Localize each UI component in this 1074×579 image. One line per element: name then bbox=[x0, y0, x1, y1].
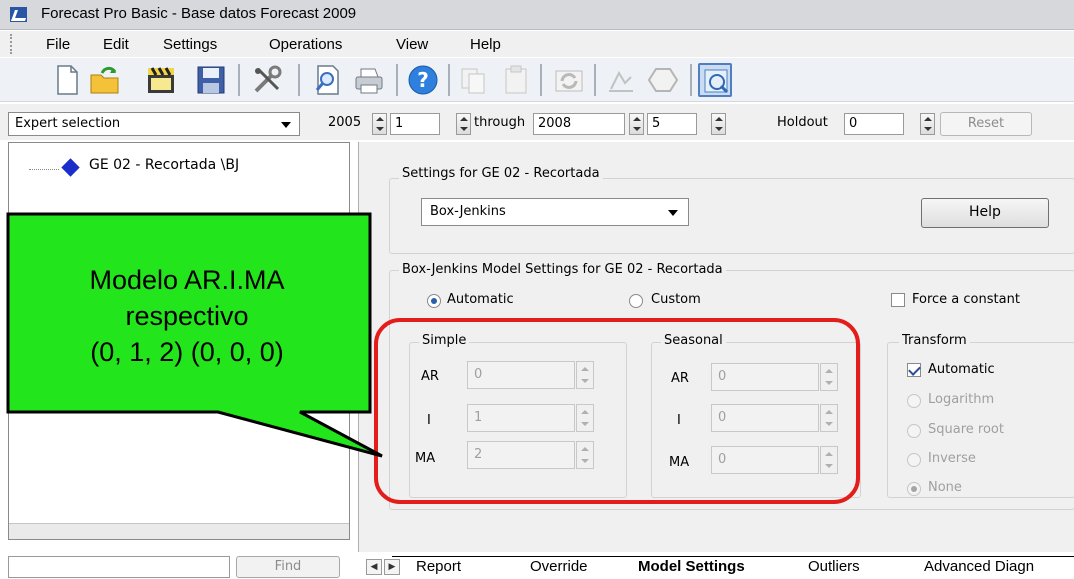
tab-model-settings[interactable]: Model Settings bbox=[638, 556, 745, 575]
transform-automatic-label: Automatic bbox=[928, 362, 995, 377]
start-year-label: 2005 bbox=[328, 115, 362, 130]
callout-line: Modelo AR.I.MA bbox=[89, 265, 285, 295]
open-folder-icon[interactable] bbox=[88, 63, 122, 97]
end-period-field[interactable]: 5 bbox=[647, 113, 697, 135]
chart-icon[interactable] bbox=[604, 63, 638, 97]
start-year-spinner[interactable] bbox=[372, 113, 387, 135]
chevron-down-icon bbox=[668, 210, 678, 216]
tab-advanced-diagnostics[interactable]: Advanced Diagn bbox=[924, 556, 1034, 575]
toolbar: ? bbox=[0, 58, 1074, 102]
clapperboard-icon[interactable] bbox=[144, 63, 178, 97]
none-radio[interactable] bbox=[907, 482, 921, 496]
menu-view[interactable]: View bbox=[396, 36, 428, 53]
reset-button[interactable]: Reset bbox=[940, 112, 1032, 136]
svg-text:?: ? bbox=[417, 68, 429, 92]
search-doc-icon[interactable] bbox=[310, 63, 344, 97]
toolbar-separator bbox=[448, 64, 450, 96]
logarithm-label: Logarithm bbox=[928, 392, 995, 407]
toolbar-separator bbox=[238, 64, 240, 96]
refresh-icon[interactable] bbox=[552, 63, 586, 97]
toolbar-separator bbox=[594, 64, 596, 96]
callout-text: Modelo AR.I.MA respectivo (0, 1, 2) (0, … bbox=[10, 262, 364, 370]
start-period-field[interactable]: 1 bbox=[390, 113, 440, 135]
shape-icon[interactable] bbox=[646, 63, 680, 97]
end-period-spinner[interactable] bbox=[711, 113, 726, 135]
toolbar-separator bbox=[396, 64, 398, 96]
chevron-down-icon bbox=[281, 122, 291, 128]
print-icon[interactable] bbox=[352, 63, 386, 97]
automatic-label: Automatic bbox=[447, 292, 514, 307]
force-constant-label: Force a constant bbox=[912, 292, 1020, 307]
method-value: Expert selection bbox=[15, 116, 121, 131]
inverse-label: Inverse bbox=[928, 451, 976, 466]
transform-automatic-checkbox[interactable] bbox=[907, 363, 921, 377]
toolbar-separator bbox=[540, 64, 542, 96]
tab-scroll-left-icon[interactable]: ◀ bbox=[366, 559, 382, 575]
toolbar-separator bbox=[298, 64, 300, 96]
copy-icon[interactable] bbox=[456, 63, 490, 97]
tab-scroll-right-icon[interactable]: ▶ bbox=[384, 559, 400, 575]
paste-icon[interactable] bbox=[500, 63, 534, 97]
new-file-icon[interactable] bbox=[50, 63, 84, 97]
horizontal-scrollbar[interactable] bbox=[9, 523, 349, 539]
tab-report[interactable]: Report bbox=[416, 556, 461, 575]
square-root-label: Square root bbox=[928, 422, 1004, 437]
callout-line: respectivo bbox=[125, 301, 249, 331]
tree-connector bbox=[29, 169, 59, 170]
logarithm-radio[interactable] bbox=[907, 394, 921, 408]
period-control-row: Expert selection 2005 1 through 2008 5 H… bbox=[0, 104, 1074, 140]
window-title: Forecast Pro Basic - Base datos Forecast… bbox=[41, 5, 357, 22]
method-dropdown[interactable]: Expert selection bbox=[8, 112, 300, 136]
tab-outliers[interactable]: Outliers bbox=[808, 556, 860, 575]
inverse-radio[interactable] bbox=[907, 453, 921, 467]
holdout-label: Holdout bbox=[777, 115, 828, 130]
view-icon[interactable] bbox=[698, 63, 732, 97]
find-button[interactable]: Find bbox=[236, 556, 340, 578]
help-button[interactable]: Help bbox=[921, 198, 1049, 228]
start-period-spinner[interactable] bbox=[456, 113, 471, 135]
menu-settings[interactable]: Settings bbox=[163, 36, 217, 53]
menu-operations[interactable]: Operations bbox=[269, 36, 342, 53]
end-year-spinner[interactable] bbox=[629, 113, 644, 135]
end-year-field[interactable]: 2008 bbox=[533, 113, 625, 135]
callout-line: (0, 1, 2) (0, 0, 0) bbox=[90, 337, 284, 367]
transform-title: Transform bbox=[899, 333, 970, 348]
menu-grip bbox=[10, 34, 13, 54]
bj-group-title: Box-Jenkins Model Settings for GE 02 - R… bbox=[399, 262, 726, 277]
title-bar: Forecast Pro Basic - Base datos Forecast… bbox=[0, 0, 1074, 30]
settings-group-title: Settings for GE 02 - Recortada bbox=[399, 166, 603, 181]
tree-item[interactable]: GE 02 - Recortada \BJ bbox=[89, 157, 239, 173]
holdout-field[interactable]: 0 bbox=[844, 113, 904, 135]
menu-help[interactable]: Help bbox=[470, 36, 501, 53]
square-root-radio[interactable] bbox=[907, 424, 921, 438]
app-logo-icon bbox=[10, 7, 27, 22]
toolbar-separator bbox=[690, 64, 692, 96]
force-constant-checkbox[interactable] bbox=[891, 293, 905, 307]
holdout-spinner[interactable] bbox=[920, 113, 935, 135]
menu-file[interactable]: File bbox=[46, 36, 70, 53]
find-input[interactable] bbox=[8, 556, 230, 578]
none-label: None bbox=[928, 480, 962, 495]
automatic-radio[interactable] bbox=[427, 294, 441, 308]
model-dropdown[interactable]: Box-Jenkins bbox=[421, 198, 689, 226]
save-icon[interactable] bbox=[194, 63, 228, 97]
tab-override[interactable]: Override bbox=[530, 556, 588, 575]
diamond-icon bbox=[61, 158, 80, 177]
custom-radio[interactable] bbox=[629, 294, 643, 308]
model-value: Box-Jenkins bbox=[430, 204, 506, 219]
custom-label: Custom bbox=[651, 292, 701, 307]
tab-strip: ◀ ▶ Report Override Model Settings Outli… bbox=[358, 556, 1074, 579]
menu-edit[interactable]: Edit bbox=[103, 36, 129, 53]
highlight-outline bbox=[374, 318, 860, 504]
tools-icon[interactable] bbox=[250, 63, 284, 97]
through-label: through bbox=[474, 115, 526, 130]
menu-bar: File Edit Settings Operations View Help bbox=[0, 31, 1074, 57]
help-icon[interactable]: ? bbox=[406, 63, 440, 97]
